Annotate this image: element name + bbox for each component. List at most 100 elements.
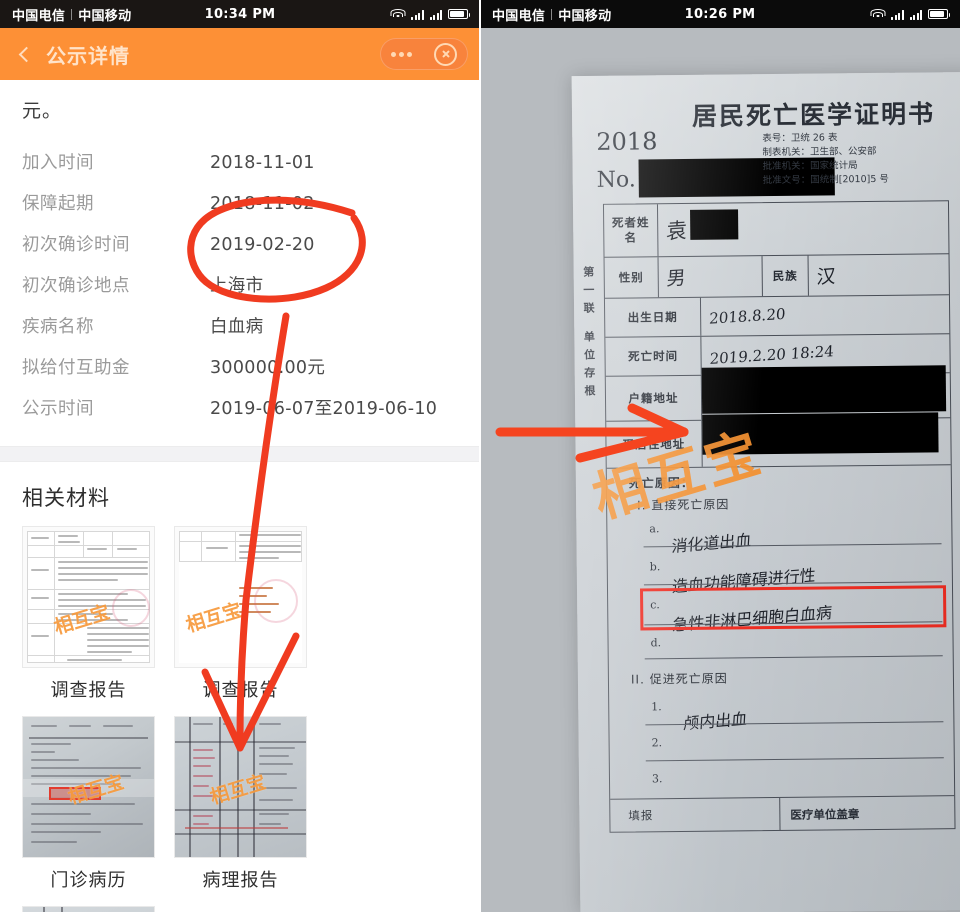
nav-bar: 公示详情 <box>0 28 480 80</box>
table-row: 出生日期 2018.8.20 <box>604 295 950 338</box>
cause-underline <box>644 655 943 660</box>
right-screenshot-pane: 中国电信 中国移动 10:26 PM 居民死亡医学证明书 2018 No. 表号… <box>480 0 960 912</box>
row-value: 2019-02-20 <box>210 235 315 255</box>
certificate-vertical-text: 第一联 单位存根 <box>581 265 597 403</box>
field-label: 性别 <box>604 257 659 298</box>
carrier-1: 中国电信 <box>12 8 66 24</box>
lead-text: 元。 <box>22 100 63 122</box>
seal-stamp <box>112 589 150 627</box>
field-label: 出生日期 <box>604 297 702 337</box>
row-label: 初次确诊时间 <box>22 235 130 255</box>
meta-line: 批准文号：国统制[2010]5 号 <box>762 173 889 187</box>
signal-icon <box>411 9 424 20</box>
material-thumbnail[interactable]: 相互宝 <box>174 716 307 858</box>
close-circle-icon[interactable] <box>434 42 457 66</box>
cause-item-key: 3. <box>651 772 663 786</box>
material-thumbnail[interactable]: 相互宝 <box>22 526 155 668</box>
cause-of-death-content: 死亡原因： I. 直接死亡原因 a. 消化道出血 b. 造血功能障碍进行性 c.… <box>615 465 954 799</box>
carrier-2: 中国移动 <box>78 8 132 24</box>
row-label: 公示时间 <box>22 399 94 419</box>
material-caption: 调查报告 <box>50 680 127 701</box>
table-row: 加入时间 2018-11-01 <box>22 149 458 190</box>
cause-item-key: b. <box>649 560 661 574</box>
table-row: 公示时间 2019-06-07至2019-06-10 <box>22 395 458 436</box>
field-value: 汉 <box>809 254 949 295</box>
certificate-paper: 居民死亡医学证明书 2018 No. 表号：卫统 26 表 制表机关：卫生部、公… <box>571 71 960 912</box>
carrier-separator <box>71 8 73 20</box>
pane-divider <box>479 0 481 912</box>
cause-item-key: 1. <box>651 700 662 714</box>
table-row: 保障起期 2018-11-02 <box>22 190 458 231</box>
table-row: 疾病名称 白血病 <box>22 313 458 354</box>
back-button[interactable] <box>12 41 38 67</box>
carrier-1: 中国电信 <box>492 8 546 24</box>
field-value: 2018.8.20 <box>701 295 949 336</box>
carrier-2: 中国移动 <box>558 8 612 24</box>
material-thumbnail[interactable]: 相互宝 <box>174 526 307 668</box>
material-item[interactable]: 相互宝 调查报告 <box>22 526 155 716</box>
meta-line: 表号：卫统 26 表 <box>762 132 838 145</box>
meta-line: 批准机关：国家统计局 <box>762 160 858 173</box>
material-item[interactable]: 相互宝 门诊病历 <box>22 716 155 906</box>
materials-grid: 相互宝 调查报告 相互宝 调查报告 相互宝 门诊病历 相互宝 病理报告 <box>22 526 458 912</box>
section-divider <box>0 446 480 462</box>
row-label: 初次确诊地点 <box>22 276 130 296</box>
material-thumbnail-death-certificate[interactable]: 相互宝 <box>22 906 155 912</box>
row-value: 300000.00元 <box>210 358 326 378</box>
left-screenshot-pane: 中国电信 中国移动 10:34 PM 公示详情 元。 加入时间 2018-11-… <box>0 0 480 912</box>
certificate-no-label: No. <box>596 167 636 193</box>
cause-item-key: a. <box>649 522 660 536</box>
carrier-label: 中国电信 中国移动 <box>12 5 131 24</box>
row-label: 拟给付互助金 <box>22 358 130 378</box>
cause-item-text: 消化道出血 <box>670 530 752 556</box>
battery-icon <box>928 9 950 19</box>
cause-item-key: 2. <box>651 736 663 750</box>
material-caption: 病理报告 <box>202 870 279 891</box>
certificate-meta: 表号：卫统 26 表 制表机关：卫生部、公安部 批准机关：国家统计局 批准文号：… <box>762 131 889 188</box>
cause-underline <box>645 757 944 762</box>
handwritten-value: 汉 <box>815 265 837 289</box>
photo-cert-graphic <box>23 907 154 912</box>
signal-icon <box>891 9 904 20</box>
row-label: 保障起期 <box>22 194 94 214</box>
field-value: 袁 <box>658 201 949 256</box>
table-row: 性别 男 民族 汉 <box>604 254 949 299</box>
field-label: 户籍地址 <box>605 375 703 421</box>
handwritten-value: 男 <box>666 266 687 291</box>
redaction-bar-household-address <box>701 365 947 414</box>
field-label: 死者姓名 <box>603 204 659 257</box>
material-item[interactable]: 相互宝 病理报告 <box>174 716 307 906</box>
material-item[interactable]: 相互宝 调查报告 <box>174 526 307 716</box>
redaction-bar-name <box>690 209 739 240</box>
wifi-icon <box>870 8 885 20</box>
footer-field-label-2: 医疗单位盖章 <box>790 807 860 822</box>
seal-stamp <box>254 579 298 623</box>
table-row: 初次确诊时间 2019-02-20 <box>22 231 458 272</box>
certificate-year: 2018 <box>596 127 658 156</box>
status-bar-left: 中国电信 中国移动 10:34 PM <box>0 0 480 28</box>
status-icons <box>870 8 950 20</box>
signal-icon-2 <box>429 9 442 20</box>
cause-item-text: 颅内出血 <box>682 709 748 734</box>
dual-screenshot: 中国电信 中国移动 10:34 PM 公示详情 元。 加入时间 2018-11-… <box>0 0 960 912</box>
material-item[interactable]: 相互宝 死亡证明 <box>22 906 155 912</box>
chevron-left-icon <box>18 46 35 62</box>
row-label: 疾病名称 <box>22 317 94 337</box>
page-title: 公示详情 <box>46 43 130 68</box>
field-value: 男 <box>658 256 763 298</box>
photo-lab-graphic <box>175 717 306 857</box>
material-thumbnail[interactable]: 相互宝 <box>22 716 155 858</box>
field-label: 死亡时间 <box>605 336 702 376</box>
meta-line: 制表机关：卫生部、公安部 <box>762 145 877 159</box>
carrier-separator <box>551 8 553 20</box>
field-label: 民族 <box>762 255 809 297</box>
handwritten-value: 2019.2.20 18:24 <box>709 342 835 369</box>
mini-program-capsule[interactable] <box>380 38 468 70</box>
wifi-icon <box>390 8 405 20</box>
certificate-photo-viewer[interactable]: 居民死亡医学证明书 2018 No. 表号：卫统 26 表 制表机关：卫生部、公… <box>480 28 960 912</box>
carrier-label: 中国电信 中国移动 <box>492 5 611 24</box>
battery-icon <box>448 9 470 19</box>
more-dots-icon[interactable] <box>391 51 412 57</box>
certificate-title: 居民死亡医学证明书 <box>691 99 936 131</box>
status-icons <box>390 8 470 20</box>
